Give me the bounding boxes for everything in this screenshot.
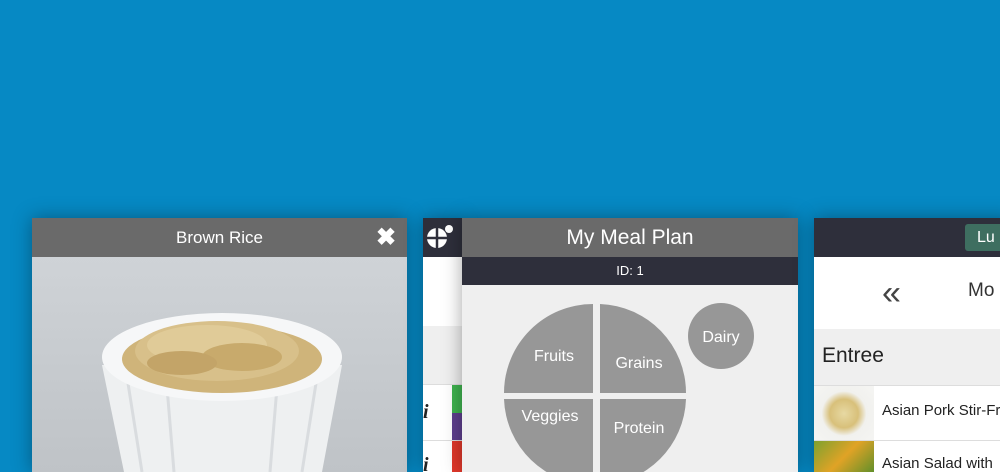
info-icon[interactable]: i xyxy=(423,454,429,472)
section-header: Entree xyxy=(814,329,1000,385)
menu-side-header xyxy=(423,218,463,257)
meal-type-button[interactable]: Lu xyxy=(965,224,1000,251)
menu-card: Lu « Mo Entree Asian Pork Stir-Fr Asian … xyxy=(814,218,1000,472)
meal-plan-card: My Meal Plan ID: 1 Fruits Grains Veggies… xyxy=(462,218,798,472)
plate-label-protein: Protein xyxy=(614,420,665,437)
food-thumbnail xyxy=(814,441,874,472)
meal-plan-title: My Meal Plan xyxy=(462,218,798,257)
menu-side-card: i i xyxy=(423,218,463,472)
plate-section-grains[interactable] xyxy=(600,304,686,393)
food-photo xyxy=(32,257,407,472)
food-thumbnail xyxy=(814,386,874,441)
food-detail-header: Brown Rice ✖ xyxy=(32,218,407,257)
plate-label-fruits: Fruits xyxy=(534,348,574,365)
menu-side-band xyxy=(423,326,463,384)
list-item[interactable]: Asian Salad with xyxy=(814,440,1000,472)
list-item[interactable]: Asian Pork Stir-Fr xyxy=(814,385,1000,441)
list-item[interactable]: i xyxy=(423,440,463,472)
meal-plan-id: ID: 1 xyxy=(462,257,798,285)
plate-label-dairy: Dairy xyxy=(702,329,739,346)
food-name: Asian Salad with xyxy=(882,455,993,472)
brown-rice-photo xyxy=(102,313,342,472)
menu-card-header: Lu xyxy=(814,218,1000,257)
info-icon[interactable]: i xyxy=(423,401,429,424)
meal-plan-logo-icon[interactable] xyxy=(423,218,463,257)
double-chevron-left-icon[interactable]: « xyxy=(882,275,901,311)
day-label: Mo xyxy=(968,280,995,301)
plate-diagram: Fruits Grains Veggies Protein Dairy xyxy=(504,303,754,472)
close-icon[interactable]: ✖ xyxy=(375,218,397,257)
list-item[interactable]: i xyxy=(423,384,463,441)
section-title: Entree xyxy=(822,344,884,367)
plate-label-veggies: Veggies xyxy=(522,408,579,425)
food-detail-card: Brown Rice ✖ xyxy=(32,218,407,472)
plate-label-grains: Grains xyxy=(615,355,662,372)
food-name: Asian Pork Stir-Fr xyxy=(882,402,1000,419)
food-title: Brown Rice xyxy=(176,228,263,247)
day-navigator: « Mo xyxy=(814,257,1000,329)
